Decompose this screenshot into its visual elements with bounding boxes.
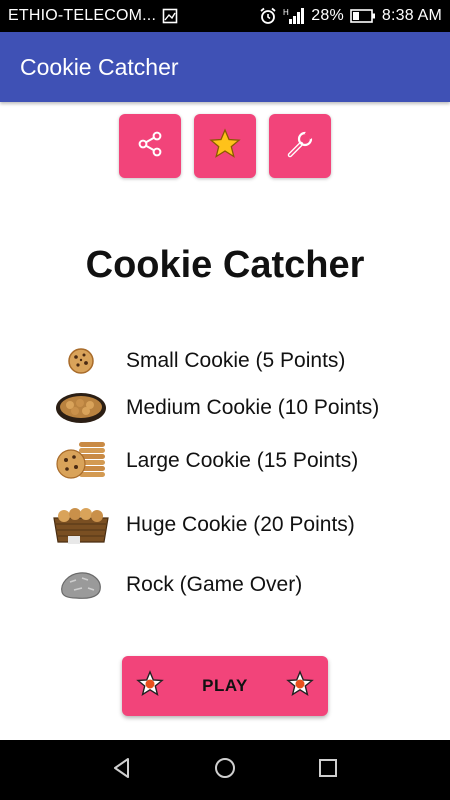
battery-icon — [350, 9, 376, 23]
legend-label: Rock (Game Over) — [126, 573, 303, 596]
legend-label: Large Cookie (15 Points) — [126, 449, 359, 472]
list-item: Medium Cookie (10 Points) — [50, 390, 379, 426]
rock-image — [50, 568, 112, 602]
recents-icon — [317, 757, 339, 784]
alarm-icon — [259, 7, 277, 25]
play-button[interactable]: PLAY — [122, 656, 328, 716]
recents-button[interactable] — [308, 750, 348, 790]
share-icon — [134, 128, 166, 165]
large-cookie-image — [50, 438, 112, 484]
list-item: Rock (Game Over) — [50, 568, 302, 602]
navigation-bar — [0, 740, 450, 800]
home-icon — [213, 756, 237, 785]
carrier-name: ETHIO-TELECOM... — [8, 7, 157, 24]
legend-label: Medium Cookie (10 Points) — [126, 396, 380, 419]
top-actions — [0, 114, 450, 178]
wrench-icon — [284, 128, 316, 165]
status-bar: ETHIO-TELECOM... H 28% 8:38 AM — [0, 0, 450, 32]
rate-button[interactable] — [194, 114, 256, 178]
legend-label: Huge Cookie (20 Points) — [126, 513, 355, 536]
battery-percent: 28% — [311, 7, 344, 24]
clock: 8:38 AM — [381, 7, 442, 24]
small-cookie-image — [50, 346, 112, 376]
legend-label: Small Cookie (5 Points) — [126, 349, 346, 372]
share-button[interactable] — [119, 114, 181, 178]
list-item: Huge Cookie (20 Points) — [50, 504, 355, 546]
huge-cookie-image — [50, 504, 112, 546]
star-icon — [136, 669, 164, 703]
star-icon — [286, 669, 314, 703]
home-button[interactable] — [205, 750, 245, 790]
back-button[interactable] — [102, 750, 142, 790]
image-icon — [162, 8, 178, 24]
page-title: Cookie Catcher — [85, 244, 365, 286]
list-item: Large Cookie (15 Points) — [50, 438, 358, 484]
app-title: Cookie Catcher — [20, 53, 179, 80]
list-item: Small Cookie (5 Points) — [50, 346, 345, 376]
app-bar: Cookie Catcher — [0, 32, 450, 102]
star-icon — [208, 127, 242, 166]
back-icon — [110, 756, 134, 785]
settings-button[interactable] — [269, 114, 331, 178]
signal-icon: H — [283, 7, 305, 25]
play-label: PLAY — [202, 676, 248, 695]
medium-cookie-image — [50, 390, 112, 426]
svg-text:H: H — [283, 8, 289, 17]
